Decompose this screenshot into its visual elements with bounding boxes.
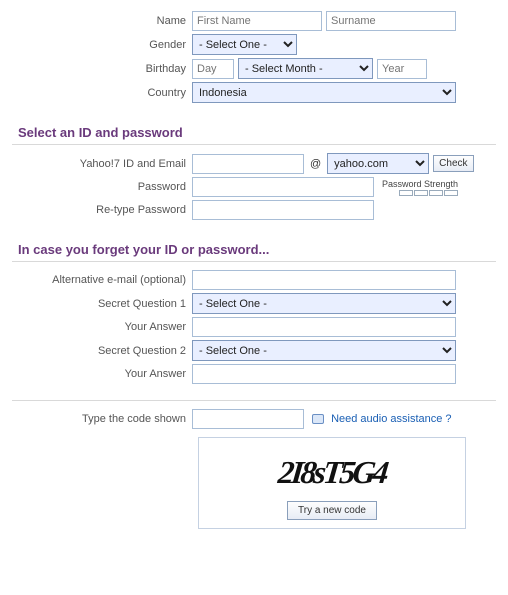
retype-password-label: Re-type Password — [12, 204, 192, 216]
yahoo-id-label: Yahoo!7 ID and Email — [12, 158, 192, 170]
retype-password-input[interactable] — [192, 200, 374, 220]
birthday-year-input[interactable] — [377, 59, 427, 79]
surname-input[interactable] — [326, 11, 456, 31]
domain-select[interactable]: yahoo.com — [327, 153, 429, 174]
yahoo-id-input[interactable] — [192, 154, 304, 174]
captcha-box: 2I8sT5G4 Try a new code — [198, 437, 466, 529]
secret-q1-label: Secret Question 1 — [12, 298, 192, 310]
divider — [12, 400, 496, 401]
alt-email-input[interactable] — [192, 270, 456, 290]
birthday-label: Birthday — [12, 63, 192, 75]
birthday-month-select[interactable]: - Select Month - — [238, 58, 373, 79]
country-label: Country — [12, 87, 192, 99]
captcha-input[interactable] — [192, 409, 304, 429]
password-strength-label: Password Strength — [382, 179, 458, 189]
first-name-input[interactable] — [192, 11, 322, 31]
country-select[interactable]: Indonesia — [192, 82, 456, 103]
gender-label: Gender — [12, 39, 192, 51]
answer2-label: Your Answer — [12, 368, 192, 380]
divider — [12, 144, 496, 145]
name-label: Name — [12, 15, 192, 27]
captcha-image: 2I8sT5G4 — [204, 446, 460, 501]
password-input[interactable] — [192, 177, 374, 197]
captcha-label: Type the code shown — [12, 413, 192, 425]
audio-assistance-link[interactable]: Need audio assistance ? — [331, 413, 451, 425]
answer1-input[interactable] — [192, 317, 456, 337]
at-symbol: @ — [308, 158, 323, 170]
divider — [12, 261, 496, 262]
secret-q2-select[interactable]: - Select One - — [192, 340, 456, 361]
secret-q2-label: Secret Question 2 — [12, 345, 192, 357]
secret-q1-select[interactable]: - Select One - — [192, 293, 456, 314]
section-id-title: Select an ID and password — [18, 125, 496, 140]
password-label: Password — [12, 181, 192, 193]
birthday-day-input[interactable] — [192, 59, 234, 79]
section-forgot-title: In case you forget your ID or password..… — [18, 242, 496, 257]
answer2-input[interactable] — [192, 364, 456, 384]
alt-email-label: Alternative e-mail (optional) — [12, 274, 192, 286]
check-button[interactable]: Check — [433, 155, 473, 172]
password-strength-meter — [399, 190, 458, 196]
audio-icon — [312, 414, 324, 424]
try-new-code-button[interactable]: Try a new code — [287, 501, 377, 520]
answer1-label: Your Answer — [12, 321, 192, 333]
gender-select[interactable]: - Select One - — [192, 34, 297, 55]
